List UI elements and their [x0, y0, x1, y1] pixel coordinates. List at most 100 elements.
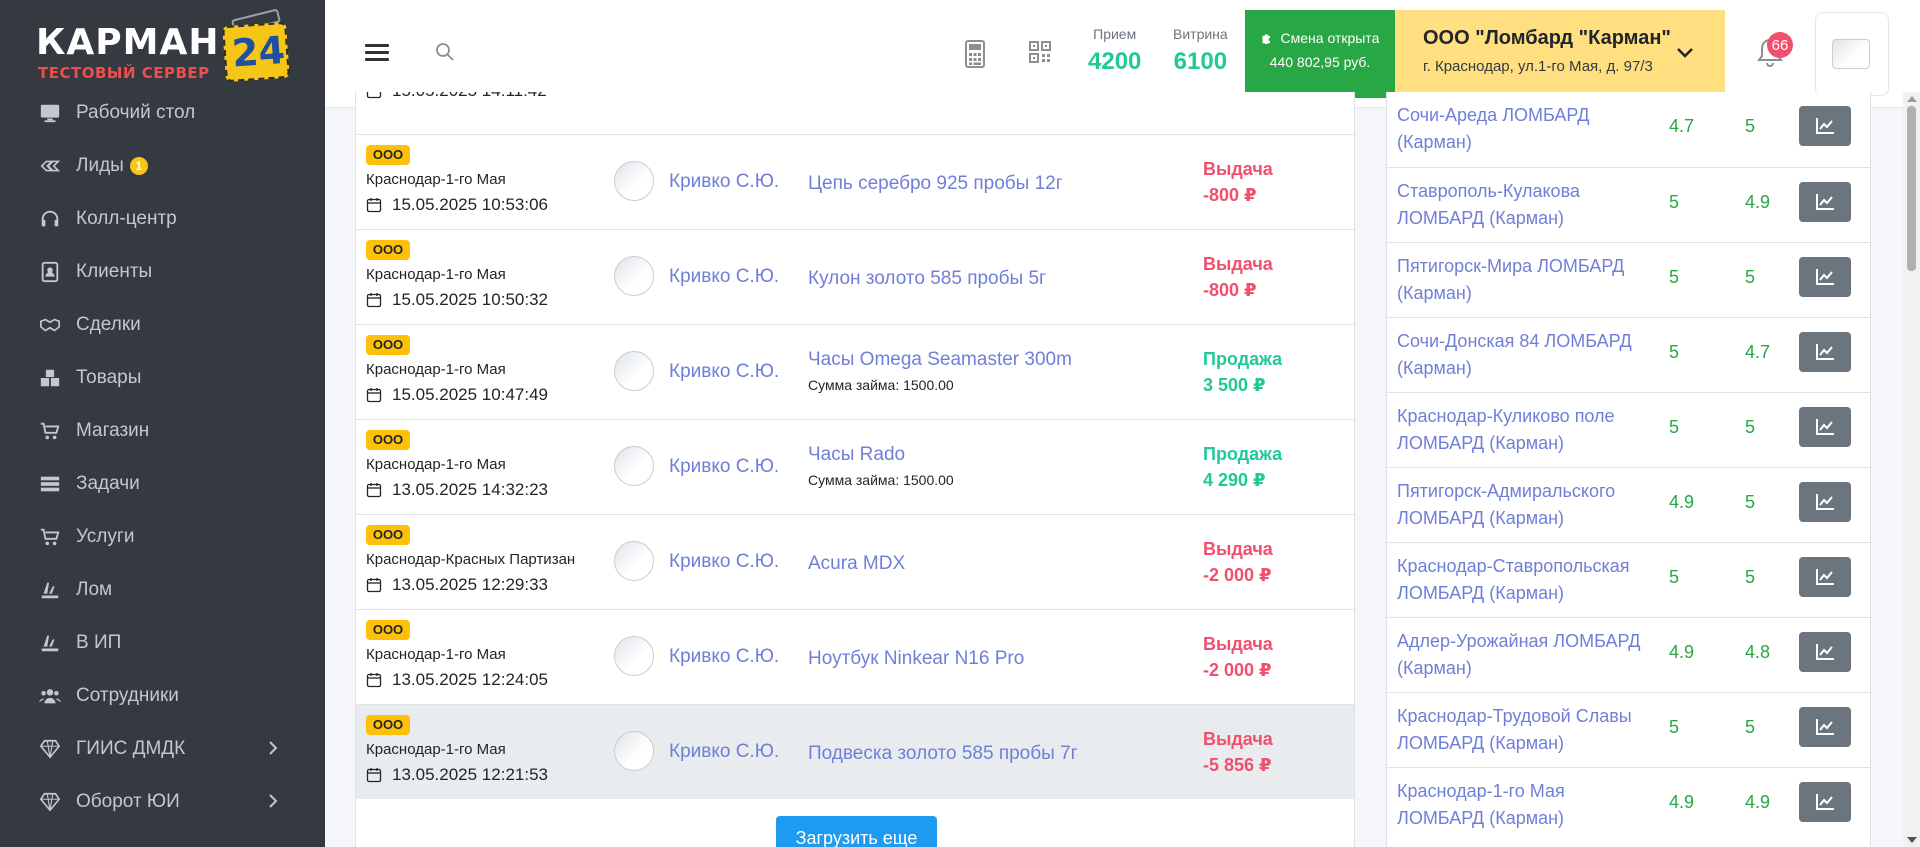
menu-toggle-icon[interactable] [365, 44, 389, 64]
scroll-down-arrow-icon[interactable] [1907, 837, 1917, 843]
employee-link[interactable]: Кривко С.Ю. [669, 646, 779, 668]
branch-link[interactable]: Сочи-Ареда ЛОМБАРД (Карман) [1397, 102, 1647, 156]
logo-subtitle: ТЕСТОВЫЙ СЕРВЕР [38, 64, 210, 82]
employee-link[interactable]: Кривко С.Ю. [669, 266, 779, 288]
sidebar-item[interactable]: Лом [0, 563, 325, 616]
sidebar-item[interactable]: Товары [0, 351, 325, 404]
branch-chart-button[interactable] [1799, 106, 1851, 146]
sidebar-item[interactable]: Услуги [0, 510, 325, 563]
table-row[interactable]: ООО Краснодар-1-го Мая 15.05.2025 10:50:32… [356, 229, 1354, 324]
scroll-thumb[interactable] [1907, 106, 1916, 271]
branch-link[interactable]: Краснодар-Ставропольская ЛОМБАРД (Карман… [1397, 553, 1647, 607]
row-branch: Краснодар-1-го Мая [366, 741, 506, 758]
branch-link[interactable]: Краснодар-1-го Мая ЛОМБАРД (Карман) [1397, 778, 1647, 832]
operation-type: Продажа [1203, 444, 1283, 464]
branch-chart-button[interactable] [1799, 257, 1851, 297]
employee-link[interactable]: Кривко С.Ю. [669, 551, 779, 573]
sidebar-item-label: Колл-центр [76, 207, 177, 229]
branch-link[interactable]: Краснодар-Куликово поле ЛОМБАРД (Карман) [1397, 403, 1647, 457]
organization-selector[interactable]: ООО "Ломбард "Карман" г. Краснодар, ул.1… [1395, 10, 1725, 98]
desktop-icon [38, 101, 62, 125]
sidebar-item[interactable]: Колл-центр [0, 192, 325, 245]
sidebar-item-label: Лом [76, 578, 113, 600]
branch-link[interactable]: Пятигорск-Адмиральского ЛОМБАРД (Карман) [1397, 478, 1647, 532]
branch-chart-button[interactable] [1799, 707, 1851, 747]
table-row[interactable]: ООО Краснодар-1-го Мая 13.05.2025 14:32:23… [356, 419, 1354, 514]
table-row[interactable]: ООО Краснодар-1-го Мая 15.05.2025 10:47:49… [356, 324, 1354, 419]
item-link[interactable]: Цепь серебро 925 пробы 12г [808, 173, 1063, 195]
stat-intake[interactable]: Прием 4200 [1088, 26, 1141, 76]
list-item: Пятигорск-Адмиральского ЛОМБАРД (Карман)… [1387, 467, 1870, 542]
sidebar-item-label: Лиды [76, 154, 124, 176]
sidebar-item[interactable]: Оборот ЮИ [0, 775, 325, 828]
sidebar-item-label: Клиенты [76, 260, 153, 282]
sidebar-item[interactable]: Лиды 1 [0, 139, 325, 192]
shift-amount: 440 802,95 руб. [1269, 54, 1371, 70]
employee-link[interactable]: Кривко С.Ю. [669, 171, 779, 193]
item-link[interactable]: Часы Omega Seamaster 300m [808, 349, 1072, 371]
branch-rating-1: 4.9 [1669, 642, 1695, 662]
employee-link[interactable]: Кривко С.Ю. [669, 361, 779, 383]
branch-rating-2: 5 [1745, 717, 1756, 737]
branch-chart-button[interactable] [1799, 557, 1851, 597]
branch-link[interactable]: Сочи-Донская 84 ЛОМБАРД (Карман) [1397, 328, 1647, 382]
scrap-icon [38, 578, 62, 602]
shift-status[interactable]: Смена открыта 440 802,95 руб. [1245, 10, 1395, 98]
branch-link[interactable]: Адлер-Урожайная ЛОМБАРД (Карман) [1397, 628, 1647, 682]
logo[interactable]: КАРМАН 24 ТЕСТОВЫЙ СЕРВЕР [36, 8, 291, 83]
branch-rating-2: 4.7 [1745, 342, 1771, 362]
table-row[interactable]: ООО Краснодар-Красных Партизан 13.05.2025 … [356, 514, 1354, 609]
item-link[interactable]: Подвеска золото 585 пробы 7г [808, 743, 1078, 765]
item-link[interactable]: Кулон золото 585 пробы 5г [808, 268, 1046, 290]
operation-type: Выдача [1203, 159, 1273, 179]
row-datetime: 15.05.2025 14:11:42 [366, 92, 547, 101]
org-badge: ООО [366, 620, 410, 640]
table-row[interactable]: ООО Краснодар-1-го Мая 13.05.2025 12:21:53… [356, 704, 1354, 799]
row-branch: Краснодар-Красных Партизан [366, 551, 576, 568]
org-badge: ООО [366, 430, 410, 450]
branch-chart-button[interactable] [1799, 407, 1851, 447]
user-menu[interactable] [1815, 12, 1889, 96]
sidebar-item-label: Сделки [76, 313, 141, 335]
branch-chart-button[interactable] [1799, 482, 1851, 522]
page-scrollbar[interactable] [1903, 92, 1920, 847]
sidebar-item[interactable]: Сотрудники [0, 669, 325, 722]
avatar [1832, 39, 1870, 69]
branch-chart-button[interactable] [1799, 332, 1851, 372]
sidebar-item[interactable]: Сделки [0, 298, 325, 351]
table-row[interactable]: ООО Краснодар-1-го Мая 13.05.2025 12:24:05… [356, 609, 1354, 704]
sidebar-item[interactable]: Магазин [0, 404, 325, 457]
search-icon[interactable] [433, 40, 457, 64]
sidebar-item[interactable]: ГИИС ДМДК [0, 722, 325, 775]
employee-link[interactable]: Кривко С.Ю. [669, 741, 779, 763]
employee-link[interactable]: Кривко С.Ю. [669, 456, 779, 478]
sidebar-item[interactable]: Клиенты [0, 245, 325, 298]
chart-line-icon [1816, 269, 1834, 285]
avatar [614, 541, 654, 581]
handshake-icon [38, 313, 62, 337]
contacts-icon [38, 260, 62, 284]
branch-link[interactable]: Пятигорск-Мира ЛОМБАРД (Карман) [1397, 253, 1647, 307]
sidebar-item[interactable]: В ИП [0, 616, 325, 669]
branch-rating-2: 5 [1745, 492, 1756, 512]
qr-code-icon[interactable] [1028, 40, 1052, 64]
scroll-up-arrow-icon[interactable] [1907, 96, 1917, 102]
operation-amount: -2 000 ₽ [1203, 660, 1272, 680]
sidebar-item[interactable]: Рабочий стол [0, 86, 325, 139]
org-badge: ООО [366, 145, 410, 165]
list-item: Краснодар-1-го Мая ЛОМБАРД (Карман) 4.9 4.… [1387, 767, 1870, 842]
calculator-icon[interactable] [963, 40, 987, 68]
sidebar-item[interactable]: Задачи [0, 457, 325, 510]
item-link[interactable]: Ноутбук Ninkear N16 Pro [808, 648, 1024, 670]
item-link[interactable]: Часы Rado [808, 444, 905, 466]
branch-chart-button[interactable] [1799, 632, 1851, 672]
branch-chart-button[interactable] [1799, 782, 1851, 822]
load-more-button[interactable]: Загрузить еще [776, 816, 937, 847]
branch-chart-button[interactable] [1799, 182, 1851, 222]
branch-link[interactable]: Ставрополь-Кулакова ЛОМБАРД (Карман) [1397, 178, 1647, 232]
branch-link[interactable]: Краснодар-Трудовой Славы ЛОМБАРД (Карман… [1397, 703, 1647, 757]
item-link[interactable]: Acura MDX [808, 553, 905, 575]
table-row[interactable]: ООО Краснодар-1-го Мая 15.05.2025 10:53:06… [356, 134, 1354, 229]
branch-rating-1: 5 [1669, 192, 1680, 212]
stat-showcase[interactable]: Витрина 6100 [1173, 26, 1228, 76]
